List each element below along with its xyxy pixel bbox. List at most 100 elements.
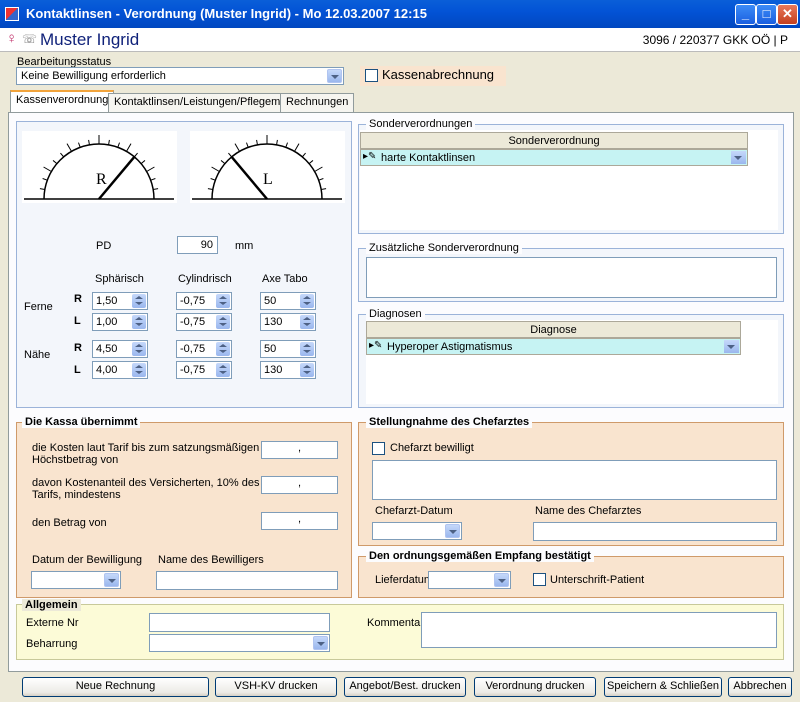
header-cylindrisch: Cylindrisch	[178, 273, 232, 285]
angebot-drucken-button[interactable]: Angebot/Best. drucken	[344, 677, 466, 697]
ferne-l-sph-spinner[interactable]: 1,00	[92, 313, 148, 331]
ferne-l-cyl-spinner[interactable]: -0,75	[176, 313, 232, 331]
unterschrift-checkbox[interactable]	[533, 573, 546, 586]
naehe-l-cyl-spinner[interactable]: -0,75	[176, 361, 232, 379]
naehe-l-axe-spinner[interactable]: 130	[260, 361, 316, 379]
maximize-button[interactable]: □	[756, 4, 777, 25]
hoechstbetrag-input[interactable]: ,	[261, 441, 338, 459]
chevron-down-icon[interactable]	[494, 573, 509, 587]
ferne-r-axe-spinner[interactable]: 50	[260, 292, 316, 310]
bewilliger-name-input[interactable]	[156, 571, 338, 590]
ferne-r-cyl-spinner[interactable]: -0,75	[176, 292, 232, 310]
abbrechen-button[interactable]: Abbrechen	[728, 677, 792, 697]
chefarzt-text-input[interactable]	[372, 460, 777, 500]
kassa-title: Die Kassa übernimmt	[22, 416, 141, 428]
gauge-left	[190, 131, 345, 203]
kassenabrechnung-label: Kassenabrechnung	[382, 67, 495, 82]
spinner-value: 130	[264, 364, 283, 376]
spinner-updown-icon[interactable]	[300, 363, 314, 377]
spinner-updown-icon[interactable]	[132, 342, 146, 356]
tab-rechnungen[interactable]: Rechnungen	[280, 93, 355, 112]
betrag-input[interactable]: ,	[261, 512, 338, 530]
verordnung-drucken-button[interactable]: Verordnung drucken	[474, 677, 596, 697]
spinner-value: -0,75	[180, 364, 206, 376]
spinner-updown-icon[interactable]	[300, 342, 314, 356]
chevron-down-icon[interactable]	[104, 573, 119, 587]
chefarzt-datum-label: Chefarzt-Datum	[375, 505, 453, 517]
spinner-updown-icon[interactable]	[132, 294, 146, 308]
unterschrift-label: Unterschrift-Patient	[550, 574, 645, 586]
naehe-r-sph-spinner[interactable]: 4,50	[92, 340, 148, 358]
chevron-down-icon[interactable]	[313, 636, 328, 650]
kassa-line1a: die Kosten laut Tarif bis zum satzungsmä…	[32, 442, 260, 454]
bewilligung-datum-label: Datum der Bewilligung	[32, 554, 143, 566]
status-value: Keine Bewilligung erforderlich	[21, 70, 166, 82]
chefarzt-name-input[interactable]	[533, 522, 777, 541]
beharrung-label: Beharrung	[26, 638, 78, 650]
kassa-line2a: davon Kostenanteil des Versicherten, 10%…	[32, 477, 260, 489]
spinner-value: 4,50	[96, 343, 118, 355]
spinner-updown-icon[interactable]	[132, 315, 146, 329]
diagnosen-grid-row[interactable]: ▸✎ Hyperoper Astigmatismus	[366, 338, 741, 355]
female-icon: ♀	[6, 30, 18, 47]
minimize-button[interactable]: _	[735, 4, 756, 25]
vsh-kv-drucken-button[interactable]: VSH-KV drucken	[215, 677, 337, 697]
diagnosen-row-value: Hyperoper Astigmatismus	[387, 341, 513, 353]
chefarzt-bewilligt-checkbox[interactable]	[372, 442, 385, 455]
chevron-down-icon[interactable]	[327, 69, 342, 83]
kassa-line2b: Tarifs, mindestens	[32, 489, 121, 501]
kassenabrechnung-checkbox[interactable]	[365, 69, 378, 82]
patient-name: Muster Ingrid	[40, 30, 140, 49]
ferne-l-axe-spinner[interactable]: 130	[260, 313, 316, 331]
spinner-value: -0,75	[180, 295, 206, 307]
chevron-down-icon[interactable]	[724, 340, 739, 353]
pd-label: PD	[96, 240, 112, 252]
spinner-updown-icon[interactable]	[216, 363, 230, 377]
tab-kassenverordnung[interactable]: Kassenverordnung	[10, 90, 115, 113]
sonder-grid-row[interactable]: ▸✎ harte Kontaktlinsen	[360, 149, 748, 166]
chefarzt-datum-select[interactable]	[372, 522, 462, 540]
ferne-r-sph-spinner[interactable]: 1,50	[92, 292, 148, 310]
title-bar[interactable]: Kontaktlinsen - Verordnung (Muster Ingri…	[0, 0, 800, 28]
ferne-l-label: L	[74, 315, 81, 327]
neue-rechnung-button[interactable]: Neue Rechnung	[22, 677, 209, 697]
spinner-value: 50	[264, 343, 277, 355]
status-select[interactable]: Keine Bewilligung erforderlich	[16, 67, 344, 85]
gauge-right	[22, 131, 177, 203]
spinner-updown-icon[interactable]	[132, 363, 146, 377]
kostenanteil-input[interactable]: ,	[261, 476, 338, 494]
spinner-value: 130	[264, 316, 283, 328]
spinner-updown-icon[interactable]	[300, 294, 314, 308]
naehe-r-cyl-spinner[interactable]: -0,75	[176, 340, 232, 358]
spinner-updown-icon[interactable]	[216, 342, 230, 356]
kommentar-label: Kommentar	[367, 617, 424, 629]
chefarzt-title: Stellungnahme des Chefarztes	[366, 416, 533, 428]
gauge-right-letter: R	[96, 171, 107, 188]
chevron-down-icon[interactable]	[731, 151, 746, 164]
gauge-left-letter: L	[263, 171, 273, 188]
externe-nr-input[interactable]	[149, 613, 330, 632]
bewilliger-name-label: Name des Bewilligers	[158, 554, 264, 566]
spinner-value: 1,50	[96, 295, 118, 307]
bewilligung-datum-select[interactable]	[31, 571, 121, 589]
allgemein-title: Allgemein	[22, 599, 81, 611]
spinner-updown-icon[interactable]	[300, 315, 314, 329]
lieferdatum-select[interactable]	[428, 571, 511, 589]
zusatz-input[interactable]	[366, 257, 777, 298]
naehe-l-sph-spinner[interactable]: 4,00	[92, 361, 148, 379]
sonder-grid-header: Sonderverordnung	[360, 132, 748, 149]
spinner-updown-icon[interactable]	[216, 294, 230, 308]
diagnosen-grid-header: Diagnose	[366, 321, 741, 338]
speichern-schliessen-button[interactable]: Speichern & Schließen	[604, 677, 722, 697]
pd-input[interactable]: 90	[177, 236, 218, 254]
beharrung-select[interactable]	[149, 634, 330, 652]
close-button[interactable]: ✕	[777, 4, 798, 25]
ferne-label: Ferne	[24, 301, 53, 313]
spinner-updown-icon[interactable]	[216, 315, 230, 329]
spinner-value: 1,00	[96, 316, 118, 328]
app-icon	[5, 7, 19, 21]
tab-kontaktlinsen[interactable]: Kontaktlinsen/Leistungen/Pflegemittel	[108, 93, 304, 112]
naehe-r-axe-spinner[interactable]: 50	[260, 340, 316, 358]
kommentar-input[interactable]	[421, 612, 777, 648]
chevron-down-icon[interactable]	[445, 524, 460, 538]
